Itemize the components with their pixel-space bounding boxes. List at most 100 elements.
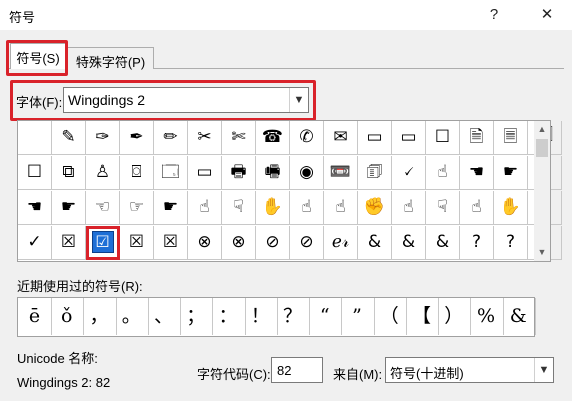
symbol-cell[interactable]: ✓ xyxy=(18,226,52,260)
from-value: 符号(十进制) xyxy=(390,366,464,381)
symbol-cell[interactable]: ✄ xyxy=(222,121,256,155)
symbol-cell[interactable]: ☝ xyxy=(392,191,426,225)
symbol-cell[interactable]: ☝ xyxy=(426,156,460,190)
symbol-cell[interactable]: ☚ xyxy=(18,191,52,225)
symbol-cell[interactable]: 🗏 xyxy=(494,121,528,155)
symbol-cell[interactable]: ✂ xyxy=(188,121,222,155)
char-code-value: 82 xyxy=(277,363,292,378)
recent-symbol-cell[interactable]: （ xyxy=(373,298,407,335)
symbol-cell[interactable]: ✎ xyxy=(52,121,86,155)
recent-symbol-cell[interactable]: 、 xyxy=(147,298,181,335)
symbol-cell[interactable]: & xyxy=(426,226,460,260)
symbol-cell[interactable]: ☝ xyxy=(188,191,222,225)
symbol-cell[interactable]: 🗊 xyxy=(358,156,392,190)
recent-symbol-cell[interactable]: % xyxy=(470,298,504,335)
symbol-cell[interactable]: ☎ xyxy=(256,121,290,155)
recent-symbol-cell[interactable]: & xyxy=(502,298,536,335)
symbol-cell[interactable]: 🖶 xyxy=(222,156,256,190)
symbol-cell[interactable]: ☜ xyxy=(86,191,120,225)
symbol-cell[interactable] xyxy=(18,121,52,155)
recent-symbol-cell[interactable]: ” xyxy=(341,298,375,335)
symbol-cell[interactable]: 📼 xyxy=(324,156,358,190)
symbol-cell[interactable]: ✉ xyxy=(324,121,358,155)
symbol-cell[interactable]: ? xyxy=(494,226,528,260)
symbol-cell[interactable]: ℯ𝓇 xyxy=(324,226,358,260)
recent-symbols-row: ē ǒ，。、；：！？ “” （【）% & xyxy=(17,297,536,337)
window-title: 符号 xyxy=(9,10,36,25)
symbol-cell[interactable]: ☐ xyxy=(426,121,460,155)
symbol-cell[interactable]: ♙ xyxy=(86,156,120,190)
close-icon[interactable]: ✕ xyxy=(536,4,558,26)
symbol-cell[interactable]: ☒ xyxy=(120,226,154,260)
symbol-cell[interactable]: ✋ xyxy=(256,191,290,225)
symbol-cell[interactable]: & xyxy=(358,226,392,260)
symbol-cell[interactable]: ☒ xyxy=(52,226,86,260)
symbol-cell[interactable]: ☛ xyxy=(494,156,528,190)
symbol-cell[interactable]: ⧉ xyxy=(52,156,86,190)
recent-symbol-cell[interactable]: ！ xyxy=(244,298,278,335)
symbol-cell[interactable]: ▭ xyxy=(392,121,426,155)
symbol-cell[interactable]: ☛ xyxy=(154,191,188,225)
symbol-cell[interactable]: ☞ xyxy=(120,191,154,225)
symbol-cell[interactable]: ✏ xyxy=(154,121,188,155)
symbol-cell[interactable]: ✑ xyxy=(86,121,120,155)
symbol-cell[interactable]: ✒ xyxy=(120,121,154,155)
symbol-grid: ✎✑✒✏✂✄☎✆✉▭▭☐🗎🗏🗐☐⧉♙⌼🗔▭🖶🖷◉📼🗊🗸☝☚☛☜☚☛☜☞☛☝☟✋☝… xyxy=(17,120,562,262)
scroll-down-icon[interactable]: ▼ xyxy=(534,244,550,261)
recent-symbol-cell[interactable]: ） xyxy=(437,298,472,335)
grid-scrollbar[interactable]: ▲ ▼ xyxy=(534,120,551,262)
symbol-cell[interactable]: ⊘ xyxy=(290,226,324,260)
tab-special-characters[interactable]: 特殊字符(P) xyxy=(67,47,154,70)
selected-symbol: ☑ xyxy=(91,231,114,253)
symbol-cell[interactable]: ☝ xyxy=(290,191,324,225)
symbol-cell[interactable]: ⊗ xyxy=(188,226,222,260)
symbol-cell[interactable]: 🗔 xyxy=(154,156,188,190)
recent-symbol-cell[interactable]: ？ xyxy=(276,298,310,335)
recent-symbol-cell[interactable]: ē xyxy=(18,298,52,335)
symbol-cell[interactable]: ⊗ xyxy=(222,226,256,260)
recent-symbol-cell[interactable]: ， xyxy=(83,298,117,335)
symbol-cell[interactable]: ☑ xyxy=(86,226,120,260)
tab-special-label: 特殊字符(P) xyxy=(75,55,146,70)
help-icon[interactable]: ? xyxy=(483,4,505,26)
symbol-cell[interactable]: ✊ xyxy=(358,191,392,225)
recent-symbols-label: 近期使用过的符号(R): xyxy=(17,279,143,294)
symbol-cell[interactable]: ⊘ xyxy=(256,226,290,260)
symbol-cell[interactable]: ▭ xyxy=(358,121,392,155)
recent-symbol-cell[interactable]: 。 xyxy=(115,298,149,335)
recent-symbol-cell[interactable]: ǒ xyxy=(50,298,85,335)
symbol-cell[interactable]: ✋ xyxy=(494,191,528,225)
from-dropdown[interactable]: 符号(十进制) ▼ xyxy=(385,357,554,383)
title-bar: 符号 ? ✕ xyxy=(0,0,572,30)
unicode-name-label: Unicode 名称: xyxy=(17,351,98,366)
symbol-cell[interactable]: ☒ xyxy=(154,226,188,260)
symbol-cell[interactable]: 🖷 xyxy=(256,156,290,190)
symbol-cell[interactable]: ☐ xyxy=(18,156,52,190)
symbol-cell[interactable]: 🗸 xyxy=(392,156,426,190)
symbol-cell[interactable]: ☛ xyxy=(52,191,86,225)
char-code-input[interactable]: 82 xyxy=(271,357,323,383)
highlight-font xyxy=(10,80,316,121)
chevron-down-icon[interactable]: ▼ xyxy=(534,358,553,382)
symbol-cell[interactable]: 🗎 xyxy=(460,121,494,155)
symbol-cell[interactable]: ▭ xyxy=(188,156,222,190)
scroll-up-icon[interactable]: ▲ xyxy=(534,121,550,138)
unicode-name-value: Wingdings 2: 82 xyxy=(17,375,111,390)
scroll-thumb[interactable] xyxy=(536,139,548,157)
symbol-cell[interactable]: ☟ xyxy=(222,191,256,225)
symbol-cell[interactable]: ☝ xyxy=(324,191,358,225)
symbol-cell[interactable]: ? xyxy=(460,226,494,260)
symbol-cell[interactable]: & xyxy=(392,226,426,260)
from-label: 来自(M): xyxy=(333,367,383,382)
symbol-cell[interactable]: ☝ xyxy=(460,191,494,225)
symbol-cell[interactable]: ☚ xyxy=(460,156,494,190)
symbol-cell[interactable]: ◉ xyxy=(290,156,324,190)
recent-symbol-cell[interactable]: ； xyxy=(179,298,214,335)
recent-symbol-cell[interactable]: ： xyxy=(212,298,246,335)
char-code-label: 字符代码(C): xyxy=(197,367,271,382)
symbol-cell[interactable]: ✆ xyxy=(290,121,324,155)
recent-symbol-cell[interactable]: “ xyxy=(308,298,343,335)
symbol-cell[interactable]: ⌼ xyxy=(120,156,154,190)
recent-symbol-cell[interactable]: 【 xyxy=(405,298,439,335)
symbol-cell[interactable]: ☟ xyxy=(426,191,460,225)
